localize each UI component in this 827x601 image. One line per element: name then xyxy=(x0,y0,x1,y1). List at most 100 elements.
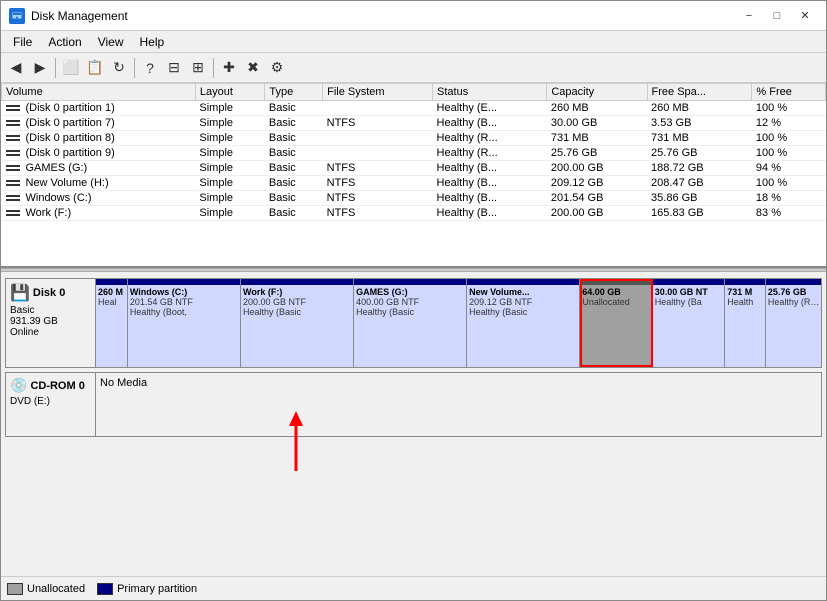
toolbar-forward[interactable]: ▶ xyxy=(29,57,51,79)
cell-free: 208.47 GB xyxy=(647,176,752,191)
disk0-status: Online xyxy=(10,327,91,338)
toolbar-help[interactable]: ? xyxy=(139,57,161,79)
disk-partition[interactable]: 260 M Heal xyxy=(96,279,128,367)
table-row[interactable]: (Disk 0 partition 8)SimpleBasicHealthy (… xyxy=(2,131,826,146)
cell-capacity: 201.54 GB xyxy=(547,191,647,206)
disk-partition[interactable]: Windows (C:) 201.54 GB NTF Healthy (Boot… xyxy=(128,279,241,367)
table-row[interactable]: (Disk 0 partition 7)SimpleBasicNTFSHealt… xyxy=(2,116,826,131)
cell-status: Healthy (B... xyxy=(433,161,547,176)
menu-action[interactable]: Action xyxy=(40,33,89,51)
cell-percent: 100 % xyxy=(752,101,826,116)
toolbar-add[interactable]: ✚ xyxy=(218,57,240,79)
cell-layout: Simple xyxy=(195,206,265,221)
toolbar-disk-grid[interactable]: ⊞ xyxy=(187,57,209,79)
volume-name-cell: (Disk 0 partition 1) xyxy=(2,101,196,116)
col-type[interactable]: Type xyxy=(265,84,323,101)
col-status[interactable]: Status xyxy=(433,84,547,101)
cell-layout: Simple xyxy=(195,161,265,176)
table-row[interactable]: (Disk 0 partition 9)SimpleBasicHealthy (… xyxy=(2,146,826,161)
toolbar-up[interactable]: ⬜ xyxy=(60,57,82,79)
cell-type: Basic xyxy=(265,176,323,191)
disk-partition[interactable]: 30.00 GB NT Healthy (Ba xyxy=(653,279,726,367)
volume-name-cell: Windows (C:) xyxy=(2,191,196,206)
table-row[interactable]: Windows (C:)SimpleBasicNTFSHealthy (B...… xyxy=(2,191,826,206)
toolbar-remove[interactable]: ✖ xyxy=(242,57,264,79)
maximize-button[interactable]: □ xyxy=(764,7,790,25)
col-capacity[interactable]: Capacity xyxy=(547,84,647,101)
toolbar: ◀ ▶ ⬜ 📋 ↻ ? ⊟ ⊞ ✚ ✖ ⚙ xyxy=(1,53,826,83)
disk-partition[interactable]: New Volume... 209.12 GB NTF Healthy (Bas… xyxy=(467,279,580,367)
disk-partition[interactable]: GAMES (G:) 400.00 GB NTF Healthy (Basic xyxy=(354,279,467,367)
toolbar-properties[interactable]: 📋 xyxy=(84,57,106,79)
cdrom-media: No Media xyxy=(100,377,147,389)
table-row[interactable]: New Volume (H:)SimpleBasicNTFSHealthy (B… xyxy=(2,176,826,191)
cell-type: Basic xyxy=(265,131,323,146)
legend-unallocated: Unallocated xyxy=(7,583,85,595)
status-bar: Unallocated Primary partition xyxy=(1,576,826,600)
toolbar-back[interactable]: ◀ xyxy=(5,57,27,79)
cell-type: Basic xyxy=(265,146,323,161)
cell-filesystem: NTFS xyxy=(323,191,433,206)
cell-filesystem xyxy=(323,131,433,146)
col-percent[interactable]: % Free xyxy=(752,84,826,101)
volume-name-cell: (Disk 0 partition 7) xyxy=(2,116,196,131)
toolbar-refresh[interactable]: ↻ xyxy=(108,57,130,79)
volume-name-cell: GAMES (G:) xyxy=(2,161,196,176)
cell-free: 3.53 GB xyxy=(647,116,752,131)
volume-name-cell: (Disk 0 partition 8) xyxy=(2,131,196,146)
col-filesystem[interactable]: File System xyxy=(323,84,433,101)
volume-name-cell: New Volume (H:) xyxy=(2,176,196,191)
cell-free: 260 MB xyxy=(647,101,752,116)
cdrom-label: 💿 CD-ROM 0 DVD (E:) xyxy=(6,373,96,436)
cdrom-type: DVD (E:) xyxy=(10,396,91,407)
cell-type: Basic xyxy=(265,206,323,221)
cell-layout: Simple xyxy=(195,131,265,146)
menu-help[interactable]: Help xyxy=(132,33,173,51)
col-layout[interactable]: Layout xyxy=(195,84,265,101)
disk0-label: 💾 Disk 0 Basic 931.39 GB Online xyxy=(6,279,96,367)
legend-primary-label: Primary partition xyxy=(117,583,197,595)
cell-filesystem: NTFS xyxy=(323,206,433,221)
title-bar-left: Disk Management xyxy=(9,8,128,24)
cell-status: Healthy (E... xyxy=(433,101,547,116)
toolbar-separator-1 xyxy=(55,58,56,78)
disk-partition[interactable]: 25.76 GB Healthy (Rec xyxy=(766,279,821,367)
minimize-button[interactable]: − xyxy=(736,7,762,25)
close-button[interactable]: ✕ xyxy=(792,7,818,25)
menu-view[interactable]: View xyxy=(90,33,132,51)
volume-table-area[interactable]: Volume Layout Type File System Status Ca… xyxy=(1,83,826,268)
cell-free: 165.83 GB xyxy=(647,206,752,221)
table-row[interactable]: (Disk 0 partition 1)SimpleBasic Healthy (… xyxy=(2,101,826,116)
cell-percent: 12 % xyxy=(752,116,826,131)
cell-percent: 100 % xyxy=(752,146,826,161)
toolbar-separator-2 xyxy=(134,58,135,78)
disk-partition[interactable]: 731 M Health xyxy=(725,279,766,367)
col-free[interactable]: Free Spa... xyxy=(647,84,752,101)
col-volume[interactable]: Volume xyxy=(2,84,196,101)
cell-layout: Simple xyxy=(195,101,265,116)
cell-capacity: 200.00 GB xyxy=(547,206,647,221)
cell-free: 35.86 GB xyxy=(647,191,752,206)
disk0-name: Disk 0 xyxy=(33,287,65,299)
cell-status: Healthy (B... xyxy=(433,206,547,221)
toolbar-settings[interactable]: ⚙ xyxy=(266,57,288,79)
disk-partition[interactable]: 64.00 GB Unallocated xyxy=(580,279,653,367)
menu-file[interactable]: File xyxy=(5,33,40,51)
cell-capacity: 200.00 GB xyxy=(547,161,647,176)
disk-partition[interactable]: Work (F:) 200.00 GB NTF Healthy (Basic xyxy=(241,279,354,367)
table-row[interactable]: Work (F:)SimpleBasicNTFSHealthy (B...200… xyxy=(2,206,826,221)
disk-view[interactable]: 💾 Disk 0 Basic 931.39 GB Online 260 M He… xyxy=(1,272,826,576)
toolbar-disk-list[interactable]: ⊟ xyxy=(163,57,185,79)
cell-filesystem: NTFS xyxy=(323,116,433,131)
cell-free: 731 MB xyxy=(647,131,752,146)
legend-primary-box xyxy=(97,583,113,595)
cell-percent: 100 % xyxy=(752,176,826,191)
menu-bar: File Action View Help xyxy=(1,31,826,53)
cell-percent: 94 % xyxy=(752,161,826,176)
window-title: Disk Management xyxy=(31,9,128,23)
volume-name-cell: (Disk 0 partition 9) xyxy=(2,146,196,161)
legend-primary: Primary partition xyxy=(97,583,197,595)
cell-status: Healthy (B... xyxy=(433,116,547,131)
cell-type: Basic xyxy=(265,101,323,116)
table-row[interactable]: GAMES (G:)SimpleBasicNTFSHealthy (B...20… xyxy=(2,161,826,176)
